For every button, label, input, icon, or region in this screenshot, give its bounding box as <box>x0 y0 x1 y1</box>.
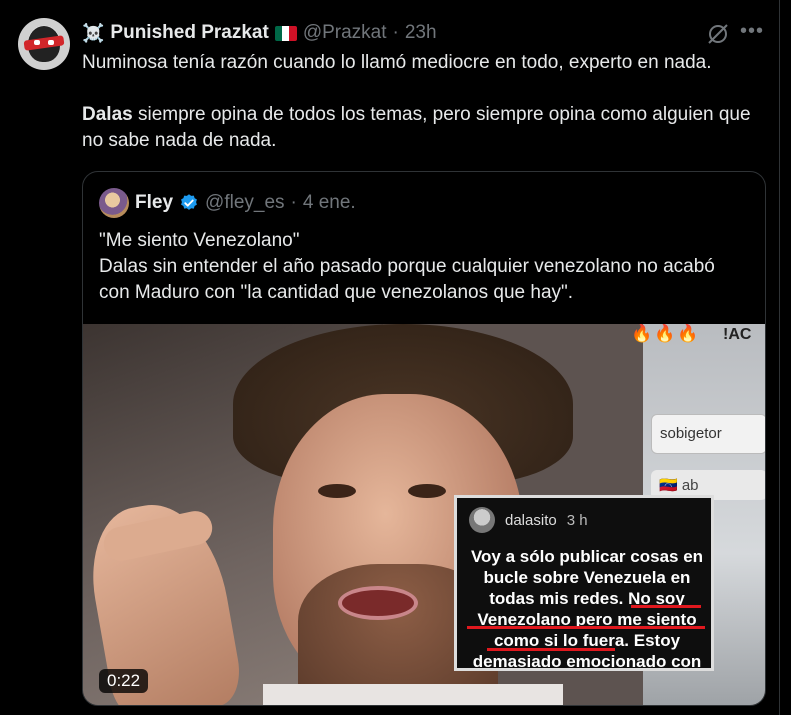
more-icon[interactable]: ••• <box>740 20 764 43</box>
quoted-author-display-name[interactable]: Fley <box>135 192 173 214</box>
person-eye <box>408 484 446 498</box>
video-duration-badge: 0:22 <box>99 669 149 693</box>
story-time: 3 h <box>566 511 588 529</box>
tweet-timestamp[interactable]: 23h <box>405 22 437 44</box>
tweet-text-bold: Dalas <box>82 104 133 125</box>
quoted-tweet-header: Fley @fley_es · 4 ene. <box>99 188 356 218</box>
author-avatar[interactable] <box>18 18 70 70</box>
story-header: dalasito 3 h <box>469 506 588 534</box>
author-display-name[interactable]: Punished Prazkat <box>110 22 268 44</box>
red-underline <box>487 648 615 651</box>
tweet-text-line2: siempre opina de todos los temas, pero s… <box>82 104 751 151</box>
background-card: sobigetor <box>651 414 765 454</box>
instagram-story-overlay: dalasito 3 h Voy a sólo publicar cosas e… <box>454 495 714 671</box>
quoted-author-avatar[interactable] <box>99 188 129 218</box>
verified-badge-icon <box>181 194 197 210</box>
tweet-article[interactable]: ☠️ Punished Prazkat @Prazkat · 23h ••• N… <box>0 0 780 715</box>
quoted-text-line1: "Me siento Venezolano" <box>99 230 300 251</box>
quoted-tweet-text: "Me siento Venezolano" Dalas sin entende… <box>99 228 749 306</box>
story-username: dalasito <box>505 511 557 529</box>
avatar-eye <box>48 40 54 45</box>
person-shirt <box>263 684 563 705</box>
tweet-text: Numinosa tenía razón cuando lo llamó med… <box>82 50 772 154</box>
tweet-text-line1: Numinosa tenía razón cuando lo llamó med… <box>82 52 712 73</box>
mexico-flag-icon <box>274 25 297 41</box>
story-avatar <box>469 507 495 533</box>
red-underline <box>467 626 705 629</box>
person-eye <box>318 484 356 498</box>
video-player[interactable]: 🔥🔥🔥 !AC sobigetor 🇻🇪 ab dalasito 3 h Voy… <box>83 324 765 705</box>
quoted-text-line2: Dalas sin entender el año pasado porque … <box>99 256 715 303</box>
quoted-tweet-date[interactable]: 4 ene. <box>303 192 356 214</box>
background-text: !AC <box>723 326 752 343</box>
red-underline <box>631 605 701 608</box>
fire-emojis: 🔥🔥🔥 <box>631 324 701 343</box>
tweet-text-paragraph2: Dalas siempre opina de todos los temas, … <box>82 102 772 154</box>
quoted-tweet[interactable]: Fley @fley_es · 4 ene. "Me siento Venezo… <box>82 171 766 706</box>
author-handle[interactable]: @Prazkat <box>303 22 387 44</box>
separator-dot: · <box>392 22 399 43</box>
separator-dot: · <box>290 192 297 213</box>
tweet-header: ☠️ Punished Prazkat @Prazkat · 23h <box>82 20 437 46</box>
skull-icon: ☠️ <box>82 22 105 43</box>
grok-icon[interactable] <box>706 22 730 46</box>
quoted-author-handle[interactable]: @fley_es <box>205 192 285 214</box>
avatar-eye <box>34 40 40 45</box>
story-text: Voy a sólo publicar cosas en bucle sobre… <box>465 546 709 668</box>
person-mouth <box>338 586 418 620</box>
